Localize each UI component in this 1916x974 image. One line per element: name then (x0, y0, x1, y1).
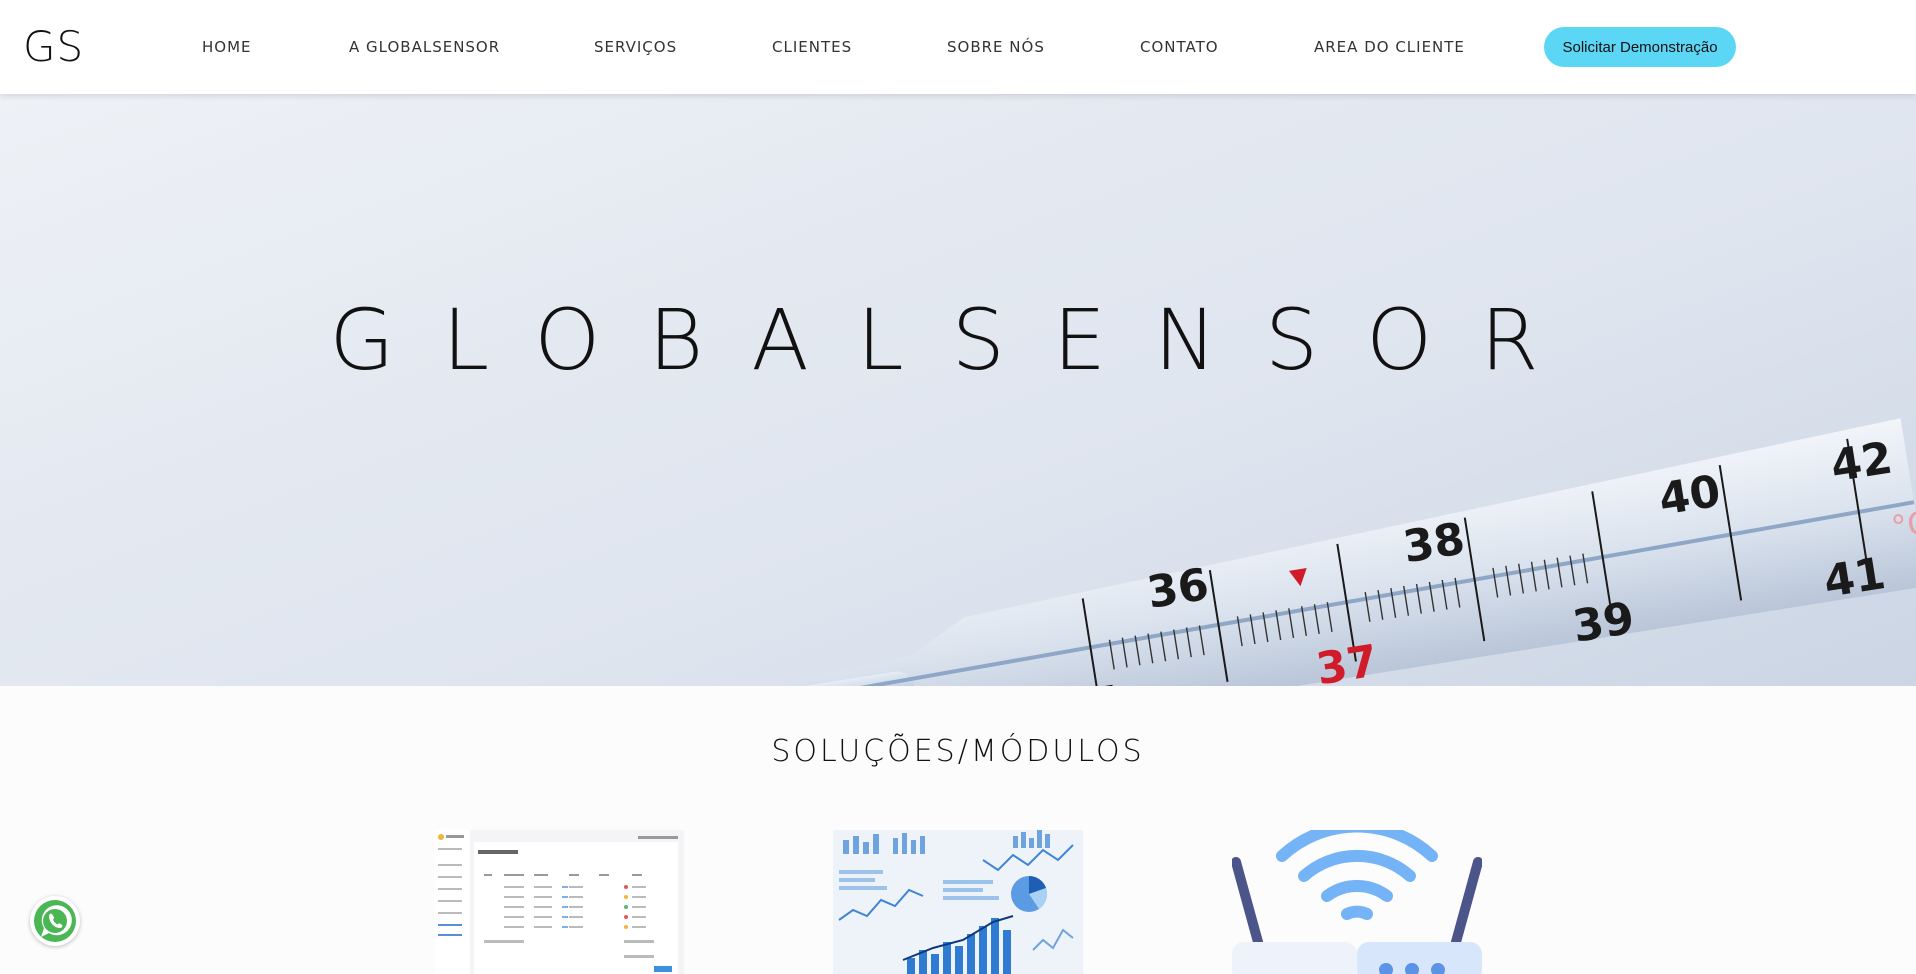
scale-label-38: 38 (1400, 513, 1468, 573)
site-header: GS HOME A GLOBALSENSOR SERVIÇOS CLIENTES… (0, 0, 1916, 94)
wifi-router-icon (1232, 830, 1482, 974)
scale-label-41: 41 (1820, 548, 1888, 608)
scale-label-40: 40 (1656, 466, 1724, 526)
hero-title: GLOBALSENSOR (329, 291, 1587, 389)
nav-a-globalsensor[interactable]: A GLOBALSENSOR (349, 36, 500, 58)
request-demo-button[interactable]: Solicitar Demonstração (1544, 27, 1736, 67)
hero-banner: 36 38 40 42 35 39 41 37 °C GLOBALSENSOR (0, 94, 1916, 686)
whatsapp-button[interactable] (30, 896, 80, 946)
scale-label-42: 42 (1827, 432, 1895, 492)
module-card-dashboard[interactable] (434, 830, 684, 974)
unit-label: °C (1889, 503, 1916, 547)
nav-clientes[interactable]: CLIENTES (772, 36, 852, 58)
scale-label-39: 39 (1569, 593, 1637, 653)
scale-label-37: 37 (1313, 635, 1381, 686)
solutions-title: SOLUÇÕES/MÓDULOS (771, 734, 1145, 769)
nav-area-do-cliente[interactable]: AREA DO CLIENTE (1314, 36, 1465, 58)
dashboard-screenshot-icon (434, 830, 684, 974)
module-card-analytics[interactable] (833, 830, 1083, 974)
nav-home[interactable]: HOME (202, 36, 252, 58)
module-card-iot[interactable] (1232, 830, 1482, 974)
nav-servicos[interactable]: SERVIÇOS (594, 36, 677, 58)
nav-sobre-nos[interactable]: SOBRE NÓS (947, 36, 1045, 58)
analytics-charts-icon (833, 830, 1083, 974)
thermometer-image: 36 38 40 42 35 39 41 37 °C (479, 418, 1916, 686)
whatsapp-icon (34, 900, 76, 942)
nav-contato[interactable]: CONTATO (1140, 36, 1219, 58)
scale-label-36: 36 (1144, 559, 1212, 619)
